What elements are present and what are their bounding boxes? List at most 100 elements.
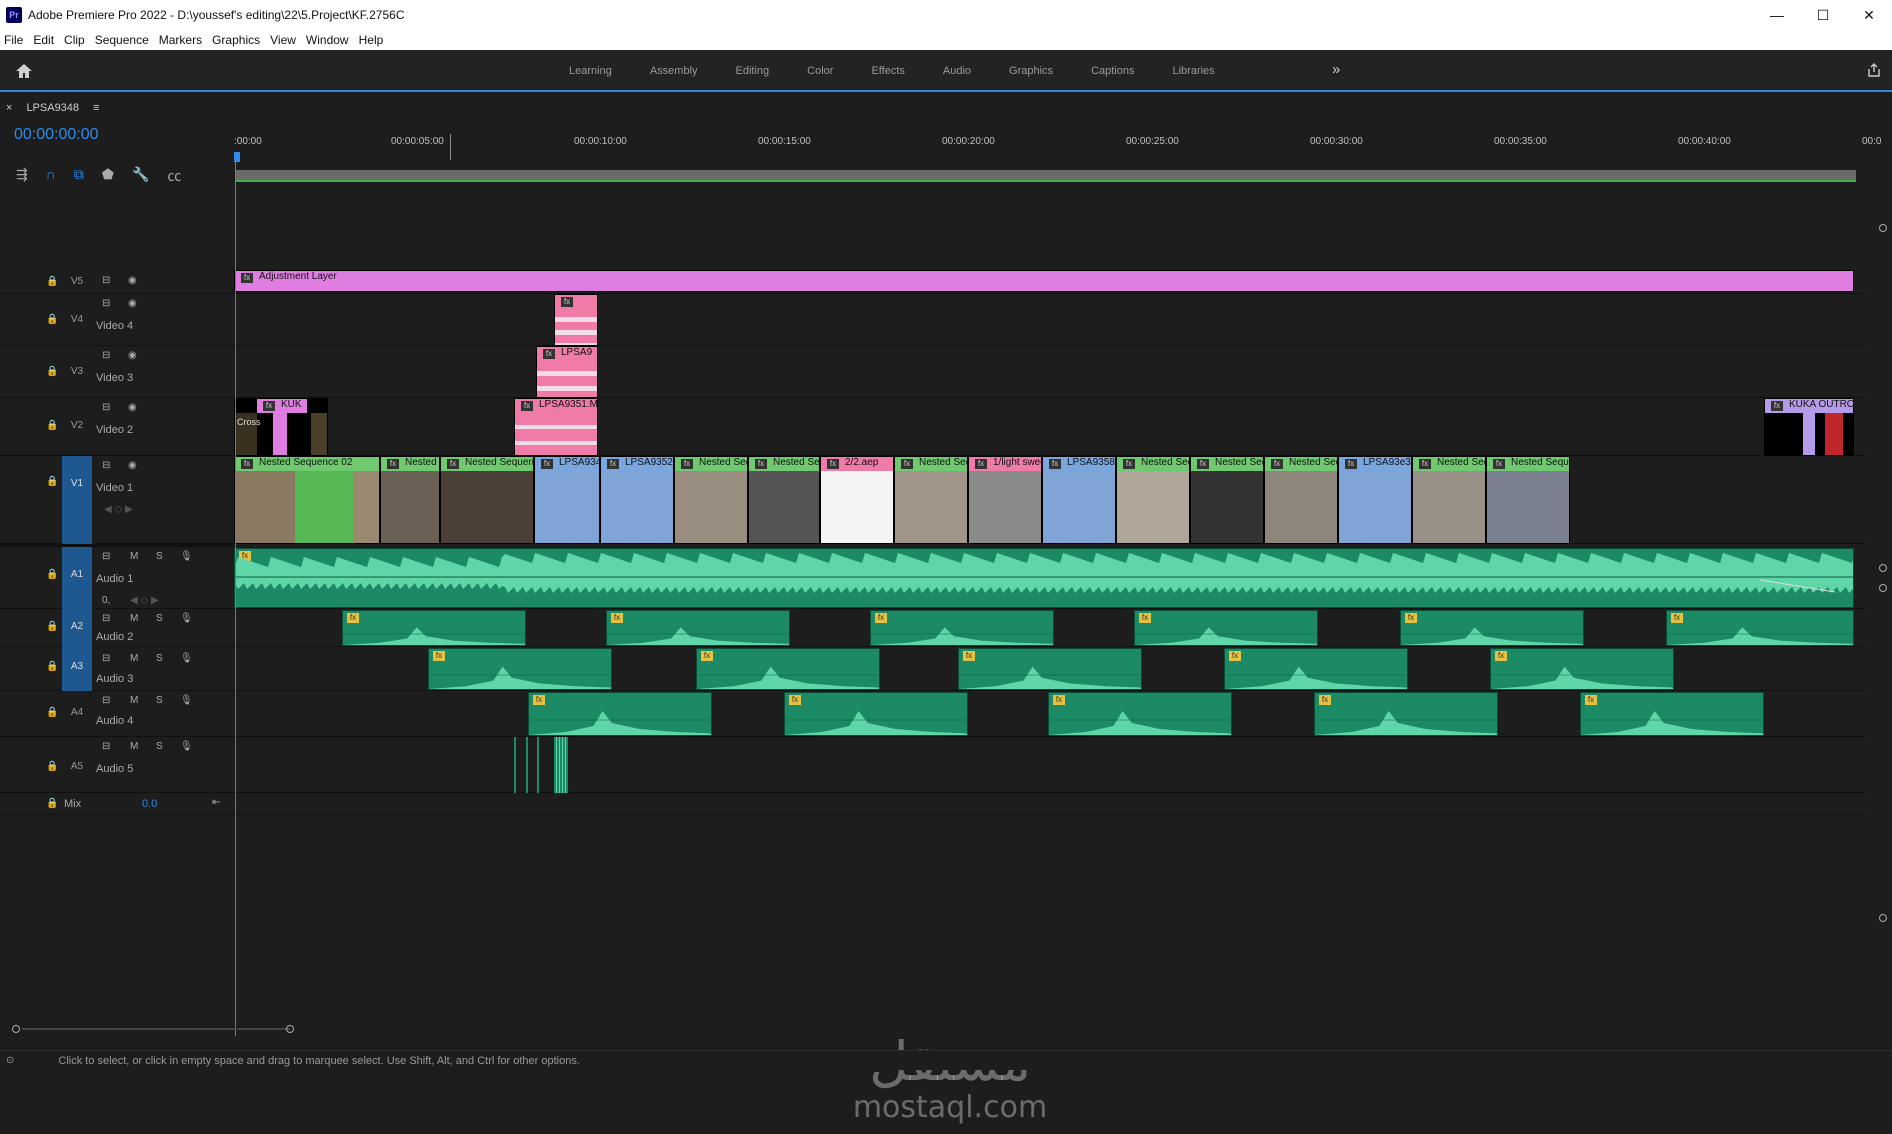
audio-clip[interactable]: fx (784, 692, 968, 736)
vertical-scrollbar[interactable] (1876, 224, 1890, 1024)
lane-v2[interactable]: KUK Cross LPSA9351.M KUKA OUTRO. (234, 398, 1866, 456)
microphone-icon[interactable]: 🎙 (180, 613, 193, 624)
workspace-tab-libraries[interactable]: Libraries (1153, 65, 1233, 77)
eye-icon[interactable]: ◉ (128, 298, 137, 309)
menu-clip[interactable]: Clip (60, 33, 91, 47)
track-id[interactable]: V1 (62, 456, 92, 544)
audio-clip[interactable]: fx (1490, 648, 1674, 690)
lock-icon[interactable]: 🔒 (46, 420, 58, 431)
clip-v1[interactable]: 1/light sweep (968, 456, 1042, 544)
audio-clip[interactable]: fx (870, 610, 1054, 646)
close-button[interactable]: ✕ (1846, 0, 1892, 30)
clip-v1[interactable]: Nested Seque (1264, 456, 1338, 544)
menu-file[interactable]: File (0, 33, 29, 47)
sync-lock-icon[interactable]: ⊟ (102, 695, 110, 706)
audio-clip-a1[interactable]: fx (234, 548, 1854, 608)
menu-sequence[interactable]: Sequence (91, 33, 155, 47)
microphone-icon[interactable]: 🎙 (180, 741, 193, 752)
lock-icon[interactable]: 🔒 (46, 366, 58, 377)
eye-icon[interactable]: ◉ (128, 350, 137, 361)
workspace-tab-editing[interactable]: Editing (717, 65, 789, 77)
mix-collapse-icon[interactable]: ⇤ (212, 797, 220, 808)
menu-help[interactable]: Help (355, 33, 390, 47)
clip-v1[interactable]: Nested Seque (894, 456, 968, 544)
mix-volume-value[interactable]: 0.0 (142, 798, 157, 810)
workspace-tab-captions[interactable]: Captions (1072, 65, 1153, 77)
solo-button[interactable]: S (156, 613, 163, 624)
audio-clip-a5[interactable] (526, 737, 528, 793)
track-id[interactable]: A4 (62, 707, 92, 718)
track-id[interactable]: V5 (62, 276, 92, 287)
audio-clip[interactable]: fx (1580, 692, 1764, 736)
lane-v1[interactable]: Nested Sequence 02Nested SequNested Sequ… (234, 456, 1866, 544)
lane-a1[interactable]: fx (234, 547, 1866, 609)
clip-adjustment-layer[interactable]: Adjustment Layer (234, 270, 1854, 292)
sync-lock-icon[interactable]: ⊟ (102, 551, 110, 562)
clip-v1[interactable]: LPSA9349. (534, 456, 600, 544)
workspace-tab-color[interactable]: Color (788, 65, 852, 77)
clip-lpsa9[interactable]: LPSA9 (536, 346, 598, 398)
sync-lock-icon[interactable]: ⊟ (102, 653, 110, 664)
eye-icon[interactable]: ◉ (128, 275, 137, 286)
mute-button[interactable]: M (130, 551, 138, 562)
home-icon[interactable] (14, 62, 34, 80)
solo-button[interactable]: S (156, 695, 163, 706)
sync-lock-icon[interactable]: ⊟ (102, 298, 110, 309)
clip-kuka-outro[interactable]: KUKA OUTRO. (1764, 398, 1854, 456)
workspace-tab-graphics[interactable]: Graphics (990, 65, 1072, 77)
clip-v1[interactable]: LPSA93e3.M (1338, 456, 1412, 544)
audio-clip[interactable]: fx (1048, 692, 1232, 736)
lane-a4[interactable]: fx fx fx fx fx (234, 691, 1866, 737)
sync-lock-icon[interactable]: ⊟ (102, 275, 110, 286)
track-id[interactable]: A5 (62, 761, 92, 772)
clip-pink[interactable] (554, 294, 598, 346)
track-id[interactable]: V2 (62, 420, 92, 431)
microphone-icon[interactable]: 🎙 (180, 551, 193, 562)
share-icon[interactable] (1866, 62, 1882, 82)
more-workspaces-icon[interactable]: » (1332, 61, 1340, 78)
clip-v1[interactable]: Nested Seque (1190, 456, 1264, 544)
clip-v1[interactable]: LPSA9358.MP (1042, 456, 1116, 544)
sync-lock-icon[interactable]: ⊟ (102, 613, 110, 624)
microphone-icon[interactable]: 🎙 (180, 695, 193, 706)
lane-a2[interactable]: fx fx fx fx fx fx (234, 609, 1866, 647)
mute-button[interactable]: M (130, 741, 138, 752)
workspace-tab-audio[interactable]: Audio (924, 65, 990, 77)
clip-v1[interactable]: Nested Sequence 17 (1486, 456, 1570, 544)
audio-clip[interactable]: fx (1666, 610, 1854, 646)
menu-edit[interactable]: Edit (29, 33, 60, 47)
clip-v1[interactable]: Nested Sequ (380, 456, 440, 544)
clip-v1[interactable]: Nested Sequenc (440, 456, 534, 544)
track-id[interactable]: A2 (62, 609, 92, 647)
playhead-line[interactable] (235, 156, 236, 1036)
lock-icon[interactable]: 🔒 (46, 476, 58, 487)
clip-v1[interactable]: Nested Seque (1116, 456, 1190, 544)
maximize-button[interactable]: ☐ (1800, 0, 1846, 30)
lock-icon[interactable]: 🔒 (46, 798, 58, 809)
audio-clip[interactable]: fx (1400, 610, 1584, 646)
audio-clip[interactable]: fx (606, 610, 790, 646)
audio-clip-a5[interactable] (554, 737, 568, 793)
audio-clip-a5[interactable] (537, 737, 539, 793)
clip-v1[interactable]: Nested Seque (748, 456, 820, 544)
track-id[interactable]: V3 (62, 366, 92, 377)
eye-icon[interactable]: ◉ (128, 460, 137, 471)
clip-v1[interactable]: Nested Sequence 02 (234, 456, 380, 544)
horizontal-zoom-scrollbar[interactable] (0, 1022, 300, 1036)
clip-lpsa9351[interactable]: LPSA9351.M (514, 398, 598, 456)
clip-v1[interactable]: Nested Seque (1412, 456, 1486, 544)
lane-v4[interactable] (234, 294, 1866, 346)
lock-icon[interactable]: 🔒 (46, 569, 58, 580)
workspace-tab-assembly[interactable]: Assembly (631, 65, 717, 77)
lane-a5[interactable] (234, 737, 1866, 793)
sync-lock-icon[interactable]: ⊟ (102, 460, 110, 471)
mute-button[interactable]: M (130, 613, 138, 624)
menu-view[interactable]: View (266, 33, 302, 47)
solo-button[interactable]: S (156, 653, 163, 664)
track-id[interactable]: A1 (62, 547, 92, 609)
lock-icon[interactable]: 🔒 (46, 276, 58, 287)
mute-button[interactable]: M (130, 695, 138, 706)
lane-a3[interactable]: fx fx fx fx fx (234, 647, 1866, 691)
audio-clip[interactable]: fx (1314, 692, 1498, 736)
lock-icon[interactable]: 🔒 (46, 621, 58, 632)
